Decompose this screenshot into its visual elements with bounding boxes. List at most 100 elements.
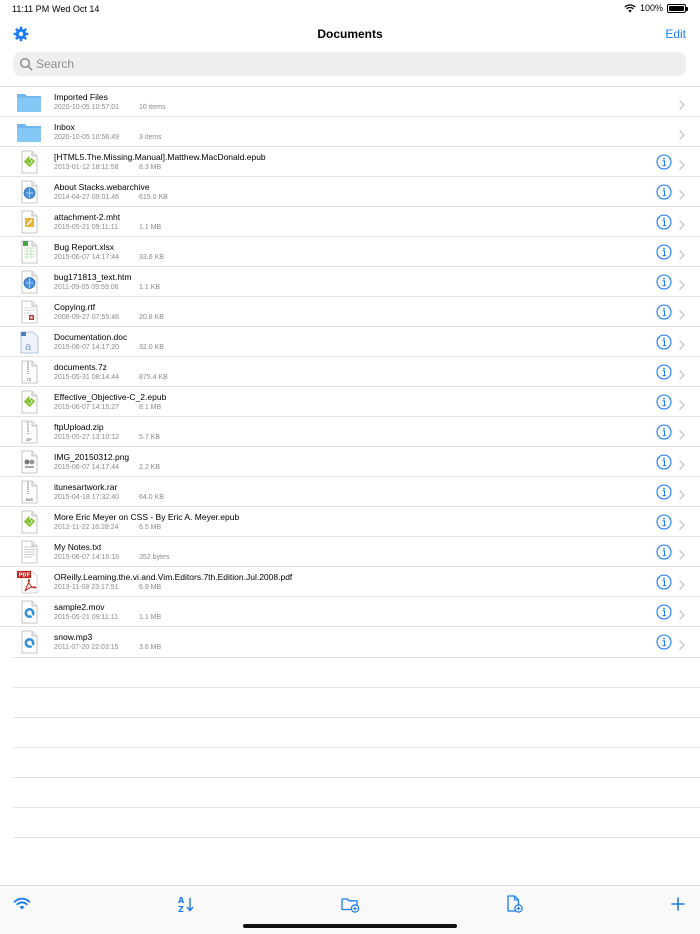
info-icon[interactable] bbox=[656, 544, 672, 560]
file-name: My Notes.txt bbox=[54, 542, 102, 552]
file-list: Imported Files 2020-10-05 10:57:01 10 it… bbox=[0, 86, 700, 656]
file-row[interactable]: [HTML5.The.Missing.Manual].Matthew.MacDo… bbox=[0, 146, 700, 176]
file-date: 2015-05-27 13:10:12 bbox=[54, 434, 119, 441]
file-row[interactable]: RAR itunesartwork.rar 2015-04-18 17:32:4… bbox=[0, 476, 700, 506]
new-file-icon[interactable] bbox=[504, 894, 524, 914]
file-row[interactable]: sample2.mov 2015-05-21 09:11:11 1.1 MB bbox=[0, 596, 700, 626]
chevron-right-icon bbox=[679, 547, 685, 560]
search-bar[interactable] bbox=[13, 52, 686, 76]
info-icon[interactable] bbox=[656, 484, 672, 500]
svg-text:RAR: RAR bbox=[26, 498, 34, 502]
file-row[interactable]: Effective_Objective-C_2.epub 2015-06-07 … bbox=[0, 386, 700, 416]
file-size: 8.3 MB bbox=[139, 164, 162, 171]
search-icon bbox=[19, 57, 33, 71]
info-icon[interactable] bbox=[656, 424, 672, 440]
image-icon bbox=[17, 450, 41, 474]
info-icon[interactable] bbox=[656, 604, 672, 620]
file-size: 6.5 MB bbox=[139, 524, 162, 531]
file-row[interactable]: attachment-2.mht 2015-05-21 09:11:11 1.1… bbox=[0, 206, 700, 236]
chevron-right-icon bbox=[679, 307, 685, 320]
chevron-right-icon bbox=[679, 457, 685, 470]
file-date: 2015-06-07 14:16:16 bbox=[54, 554, 119, 561]
file-size: 5.7 KB bbox=[139, 434, 161, 441]
info-icon[interactable] bbox=[656, 574, 672, 590]
info-icon[interactable] bbox=[656, 214, 672, 230]
info-icon[interactable] bbox=[656, 184, 672, 200]
info-icon[interactable] bbox=[656, 634, 672, 650]
info-icon[interactable] bbox=[656, 454, 672, 470]
search-input[interactable] bbox=[36, 57, 636, 71]
status-bar: 11:11 PM Wed Oct 14 100% bbox=[0, 0, 700, 18]
file-size: 10 items bbox=[139, 104, 166, 111]
info-icon[interactable] bbox=[656, 514, 672, 530]
file-row[interactable]: Bug Report.xlsx 2015-06-07 14:17:44 33.6… bbox=[0, 236, 700, 266]
wifi-icon[interactable] bbox=[12, 894, 32, 914]
file-row[interactable]: 7Z documents.7z 2015-05-31 08:14:44 875.… bbox=[0, 356, 700, 386]
info-icon[interactable] bbox=[656, 154, 672, 170]
wifi-status-icon bbox=[624, 3, 636, 12]
file-date: 2020-10-05 10:56:49 bbox=[54, 134, 119, 141]
file-row[interactable]: Inbox 2020-10-05 10:56:49 3 items bbox=[0, 116, 700, 146]
file-row[interactable]: About Stacks.webarchive 2014-04-27 09:01… bbox=[0, 176, 700, 206]
file-name: sample2.mov bbox=[54, 602, 105, 612]
file-row[interactable]: IMG_20150312.png 2015-06-07 14:17:44 2.2… bbox=[0, 446, 700, 476]
file-size: 3 items bbox=[139, 134, 162, 141]
file-row[interactable]: ZIP ftpUpload.zip 2015-05-27 13:10:12 5.… bbox=[0, 416, 700, 446]
svg-text:Z: Z bbox=[178, 905, 184, 914]
edit-button[interactable]: Edit bbox=[665, 27, 686, 41]
file-date: 2015-05-21 09:11:11 bbox=[54, 224, 118, 231]
home-indicator[interactable] bbox=[243, 924, 457, 928]
chevron-right-icon bbox=[679, 187, 685, 200]
file-date: 2013-11-08 23:17:51 bbox=[54, 584, 119, 591]
sort-az-icon[interactable]: A Z bbox=[176, 894, 196, 914]
navigation-bar: Documents Edit bbox=[0, 18, 700, 50]
svg-text:7Z: 7Z bbox=[27, 378, 32, 382]
file-size: 352 bytes bbox=[139, 554, 170, 561]
info-icon[interactable] bbox=[656, 244, 672, 260]
epub-icon bbox=[17, 150, 41, 174]
file-size: 64.0 KB bbox=[139, 494, 164, 501]
file-date: 2015-06-07 14:17:20 bbox=[54, 344, 119, 351]
file-name: ftpUpload.zip bbox=[54, 422, 104, 432]
info-icon[interactable] bbox=[656, 364, 672, 380]
file-row[interactable]: Imported Files 2020-10-05 10:57:01 10 it… bbox=[0, 86, 700, 116]
file-row[interactable]: a Documentation.doc 2015-06-07 14:17:20 … bbox=[0, 326, 700, 356]
chevron-right-icon bbox=[679, 517, 685, 530]
quicktime-icon bbox=[17, 630, 41, 654]
plus-icon[interactable] bbox=[668, 894, 688, 914]
webarchive-icon bbox=[17, 180, 41, 204]
chevron-right-icon bbox=[679, 97, 685, 110]
file-name: itunesartwork.rar bbox=[54, 482, 118, 492]
rtf-icon bbox=[17, 300, 41, 324]
file-row[interactable]: My Notes.txt 2015-06-07 14:16:16 352 byt… bbox=[0, 536, 700, 566]
battery-icon bbox=[667, 3, 688, 13]
chevron-right-icon bbox=[679, 217, 685, 230]
new-folder-icon[interactable] bbox=[340, 894, 360, 914]
info-icon[interactable] bbox=[656, 334, 672, 350]
file-size: 615.0 KB bbox=[139, 194, 168, 201]
svg-text:ZIP: ZIP bbox=[26, 438, 32, 442]
file-size: 2.2 KB bbox=[139, 464, 161, 471]
file-row[interactable]: snow.mp3 2011-07-20 22:03:15 3.6 MB bbox=[0, 626, 700, 656]
status-time: 11:11 PM bbox=[12, 4, 50, 14]
file-row[interactable]: Copying.rtf 2006-09-27 07:55:48 20.8 KB bbox=[0, 296, 700, 326]
folder-icon bbox=[17, 120, 41, 144]
quicktime-icon bbox=[17, 600, 41, 624]
rar-icon: RAR bbox=[17, 480, 41, 504]
info-icon[interactable] bbox=[656, 274, 672, 290]
file-row[interactable]: bug171813_text.htm 2011-09-05 09:59:06 1… bbox=[0, 266, 700, 296]
file-date: 2015-05-31 08:14:44 bbox=[54, 374, 119, 381]
file-name: attachment-2.mht bbox=[54, 212, 121, 222]
file-size: 3.6 MB bbox=[139, 644, 162, 651]
file-name: More Eric Meyer on CSS - By Eric A. Meye… bbox=[54, 512, 240, 522]
file-size: 20.8 KB bbox=[139, 314, 164, 321]
file-name: bug171813_text.htm bbox=[54, 272, 132, 282]
file-row[interactable]: More Eric Meyer on CSS - By Eric A. Meye… bbox=[0, 506, 700, 536]
status-date: Wed Oct 14 bbox=[52, 4, 100, 14]
file-row[interactable]: PDF OReilly.Learning.the.vi.and.Vim.Edit… bbox=[0, 566, 700, 596]
info-icon[interactable] bbox=[656, 394, 672, 410]
file-name: snow.mp3 bbox=[54, 632, 93, 642]
file-date: 2013-01-12 18:11:58 bbox=[54, 164, 119, 171]
svg-text:a: a bbox=[25, 340, 32, 353]
info-icon[interactable] bbox=[656, 304, 672, 320]
